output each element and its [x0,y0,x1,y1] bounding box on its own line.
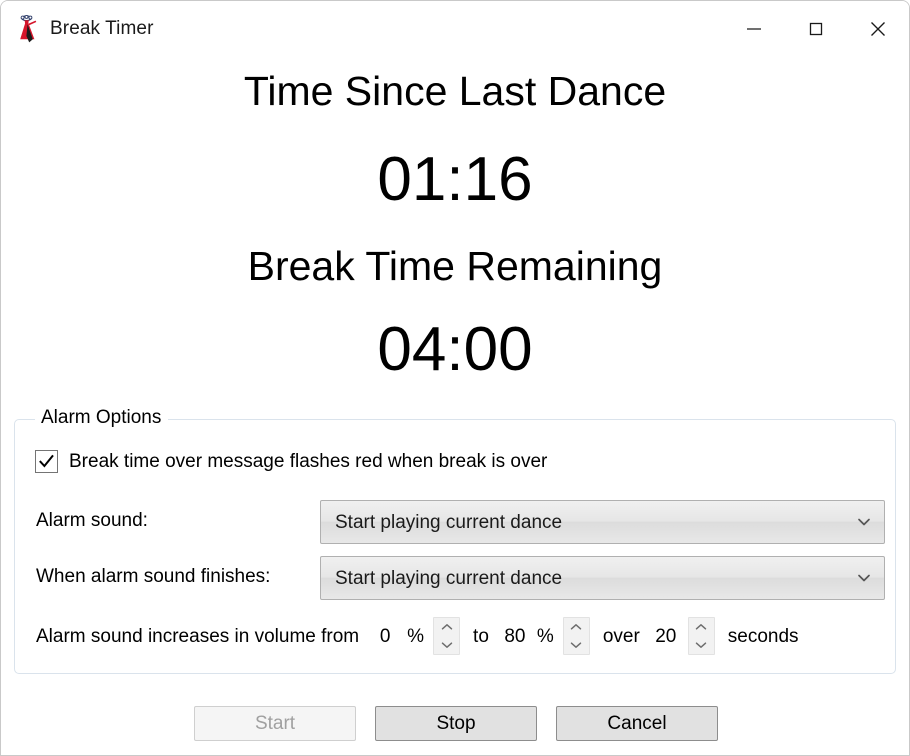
stepper-down-icon[interactable] [689,636,714,654]
close-icon[interactable] [847,1,909,56]
break-time-remaining-label: Break Time Remaining [247,243,663,289]
volume-to-unit: % [536,625,554,647]
stepper-up-icon[interactable] [689,618,714,636]
stepper-down-icon[interactable] [564,636,589,654]
volume-ramp-row: Alarm sound increases in volume from 0 % [36,617,799,655]
ramp-seconds-stepper[interactable] [687,617,715,655]
flash-red-checkbox-row[interactable]: Break time over message flashes red when… [35,450,547,473]
dancer-icon [14,14,40,43]
alarm-sound-select[interactable]: Start playing current dance [320,500,885,544]
volume-ramp-prefix: Alarm sound increases in volume from [36,625,360,647]
when-alarm-finishes-select[interactable]: Start playing current dance [320,556,885,600]
chevron-down-icon [844,557,884,599]
ramp-seconds-value[interactable]: 20 [653,627,679,646]
title-bar: Break Timer [1,1,909,56]
break-timer-window: Break Timer Time Since Last Dance 01:16 … [0,0,910,756]
alarm-options-legend: Alarm Options [35,408,169,427]
when-alarm-finishes-value: Start playing current dance [335,568,563,588]
window-controls [723,1,909,56]
volume-ramp-mid: to [473,625,489,647]
minimize-icon[interactable] [723,1,785,56]
cancel-button[interactable]: Cancel [556,706,718,741]
flash-red-checkbox-label: Break time over message flashes red when… [69,451,548,472]
alarm-options-group: Alarm Options Break time over message fl… [14,408,897,674]
stepper-up-icon[interactable] [564,618,589,636]
stepper-up-icon[interactable] [434,618,459,636]
stepper-down-icon[interactable] [434,636,459,654]
window-title: Break Timer [50,18,154,39]
volume-from-unit: % [407,625,425,647]
maximize-icon[interactable] [785,1,847,56]
when-alarm-finishes-label: When alarm sound finishes: [36,566,271,587]
stop-button[interactable]: Stop [375,706,537,741]
time-since-last-dance-label: Time Since Last Dance [243,68,667,114]
flash-red-checkbox[interactable] [35,450,58,473]
alarm-sound-row: Alarm sound: Start playing current dance [15,500,897,544]
volume-to-stepper[interactable] [562,617,590,655]
chevron-down-icon [844,501,884,543]
alarm-sound-label: Alarm sound: [36,510,148,531]
start-button[interactable]: Start [194,706,356,741]
volume-from-value[interactable]: 0 [372,627,398,646]
time-since-last-dance-value: 01:16 [377,145,533,214]
volume-ramp-over: over [602,625,640,647]
volume-to-value[interactable]: 80 [502,627,528,646]
alarm-sound-value: Start playing current dance [335,512,563,532]
when-alarm-finishes-row: When alarm sound finishes: Start playing… [15,556,897,600]
ramp-seconds-unit: seconds [727,625,799,647]
volume-from-stepper[interactable] [433,617,461,655]
break-time-remaining-value: 04:00 [377,315,533,384]
